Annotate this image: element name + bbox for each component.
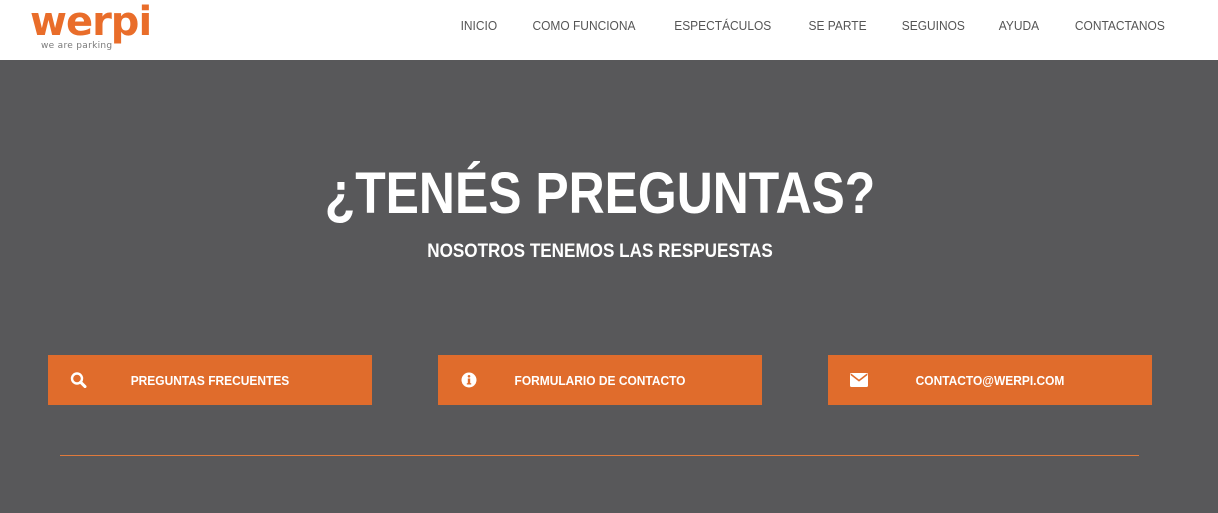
hero-section: ¿TENÉS PREGUNTAS? NOSOTROS TENEMOS LAS R… <box>0 60 1218 513</box>
faq-button-label: PREGUNTAS FRECUENTES <box>130 372 290 388</box>
nav-item-inicio[interactable]: INICIO <box>460 18 497 33</box>
email-button-label: CONTACTO@WERPI.COM <box>915 372 1065 388</box>
contact-form-button-label: FORMULARIO DE CONTACTO <box>514 372 686 388</box>
nav-item-ayuda[interactable]: AYUDA <box>999 18 1039 33</box>
faq-button[interactable]: PREGUNTAS FRECUENTES <box>48 355 372 405</box>
werpi-logo[interactable]: werpi we are parking <box>30 0 170 58</box>
nav-item-contactanos[interactable]: CONTACTANOS <box>1075 18 1165 33</box>
site-header: werpi we are parking INICIO COMO FUNCION… <box>0 0 1218 60</box>
hero-title: ¿TENÉS PREGUNTAS? <box>324 161 876 226</box>
section-divider <box>60 455 1139 456</box>
main-nav: INICIO COMO FUNCIONA ESPECTÁCULOS SE PAR… <box>429 0 1169 50</box>
nav-item-seguinos[interactable]: SEGUINOS <box>902 18 965 33</box>
contact-form-button[interactable]: FORMULARIO DE CONTACTO <box>438 355 762 405</box>
logo-tagline: we are parking <box>41 41 113 51</box>
nav-item-como-funciona[interactable]: COMO FUNCIONA <box>533 18 636 33</box>
email-button[interactable]: CONTACTO@WERPI.COM <box>828 355 1152 405</box>
nav-item-se-parte[interactable]: SE PARTE <box>808 18 866 33</box>
nav-item-espectaculos[interactable]: ESPECTÁCULOS <box>674 18 771 33</box>
hero-subtitle: NOSOTROS TENEMOS LAS RESPUESTAS <box>427 241 773 262</box>
